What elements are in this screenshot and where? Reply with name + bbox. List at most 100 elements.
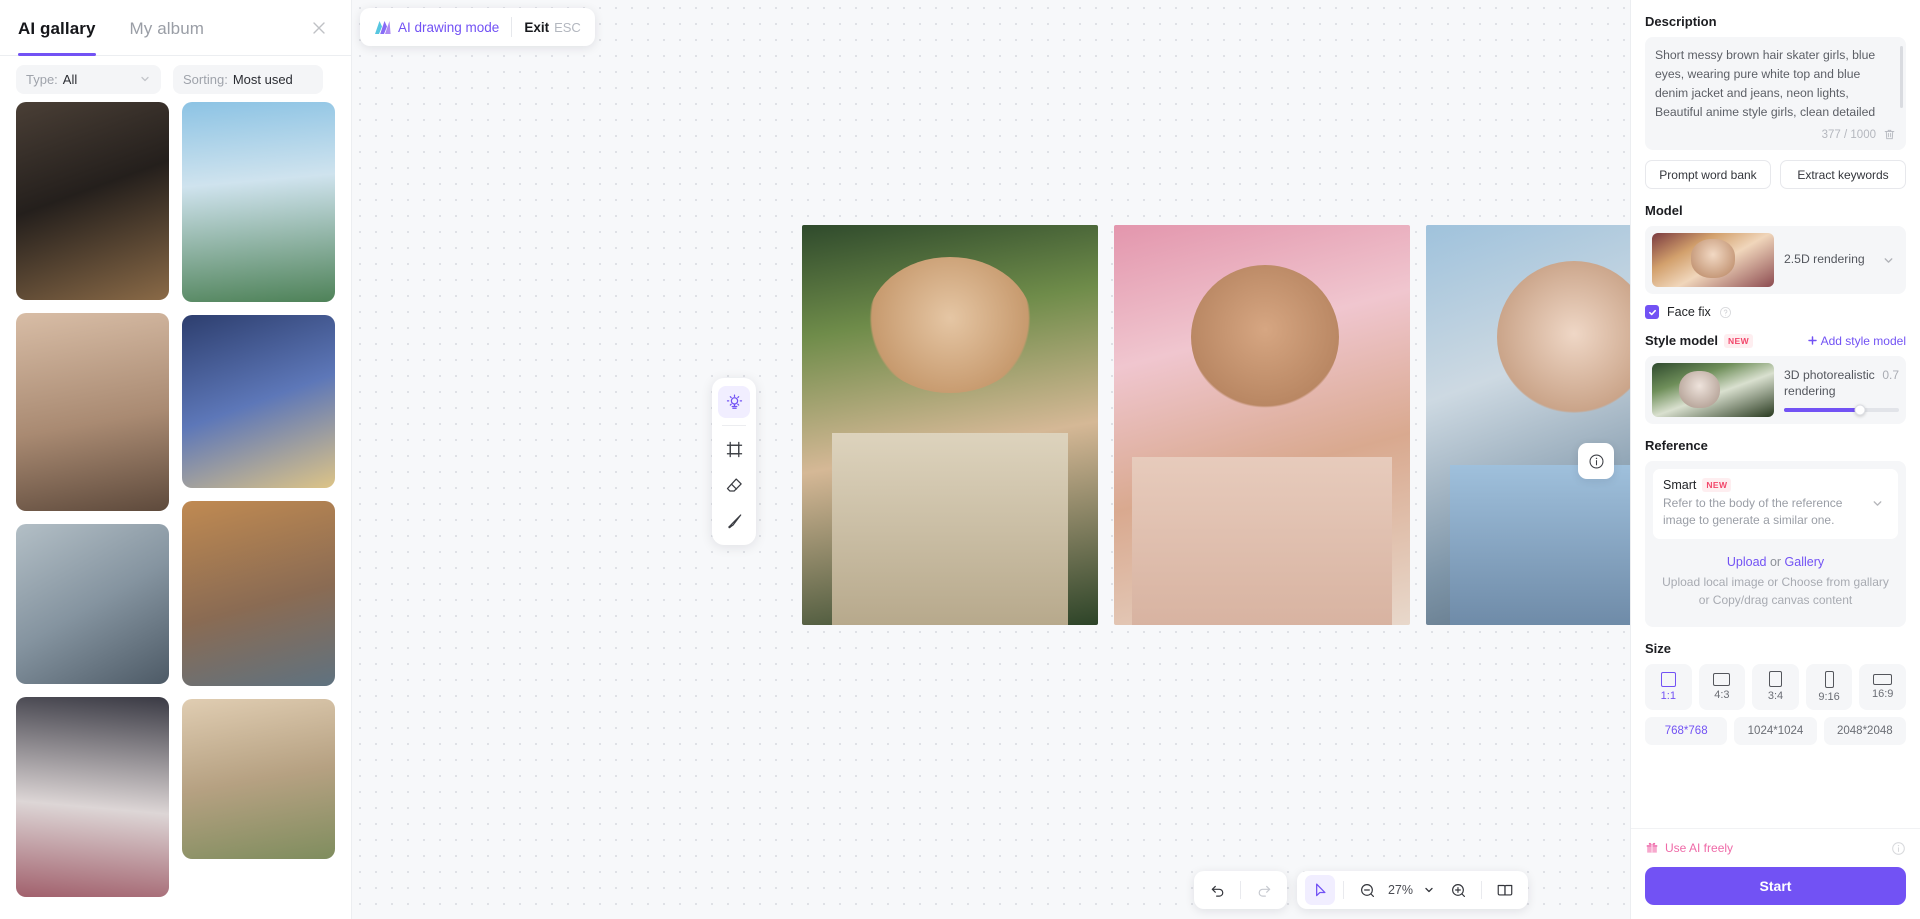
tab-ai-gallary[interactable]: AI gallary: [18, 1, 96, 56]
prompt-action-buttons: Prompt word bank Extract keywords: [1645, 160, 1906, 189]
model-selector[interactable]: 2.5D rendering: [1645, 226, 1906, 294]
gallery-item-6[interactable]: [182, 501, 335, 686]
settings-scroll[interactable]: Description Short messy brown hair skate…: [1631, 0, 1920, 919]
reference-mode-title-group: Smart NEW: [1663, 478, 1863, 492]
start-button[interactable]: Start: [1645, 867, 1906, 905]
prompt-text: Short messy brown hair skater girls, blu…: [1655, 48, 1876, 124]
redo-button[interactable]: [1249, 875, 1279, 905]
filter-sorting-dropdown[interactable]: Sorting: Most used: [173, 64, 323, 94]
ratio-label: 3:4: [1767, 690, 1784, 703]
resolution-options: 768*768 1024*1024 2048*2048: [1645, 716, 1906, 745]
canvas-bottom-toolbar: 27%: [1193, 871, 1529, 909]
chevron-down-icon: [1882, 254, 1899, 267]
generated-image-2[interactable]: [1114, 225, 1410, 625]
gallery-item-0[interactable]: [16, 102, 169, 300]
reference-mode-description: Refer to the body of the reference image…: [1663, 496, 1843, 528]
model-title: Model: [1645, 203, 1683, 218]
ai-drawing-mode-label-group: AI drawing mode: [374, 20, 499, 35]
reference-section: Reference Smart NEW Refer to the body of…: [1645, 438, 1906, 627]
frame-icon: [725, 440, 744, 459]
zoom-out-icon: [1358, 882, 1375, 899]
app-root: AI gallary My album Type: All Sorting: M…: [0, 0, 1920, 919]
model-section: Model 2.5D rendering Face fix: [1645, 203, 1906, 319]
ratio-label: 16:9: [1871, 687, 1894, 700]
ai-drawing-mode-label: AI drawing mode: [398, 19, 500, 35]
artboard-group[interactable]: [802, 225, 1630, 625]
exit-button[interactable]: Exit ESC: [524, 20, 581, 35]
resolution-option-768[interactable]: 768*768: [1645, 716, 1728, 745]
prompt-scrollbar[interactable]: [1900, 46, 1903, 108]
gallery-item-1[interactable]: [16, 313, 169, 511]
eraser-tool[interactable]: [718, 469, 750, 501]
plus-icon: [1807, 335, 1818, 346]
style-model-info: 3D photorealistic rendering 0.7: [1784, 368, 1899, 399]
idea-bulb-tool[interactable]: [718, 386, 750, 418]
style-model-controls: 3D photorealistic rendering 0.7: [1784, 368, 1899, 416]
frame-tool[interactable]: [718, 433, 750, 465]
filter-type-dropdown[interactable]: Type: All: [16, 64, 161, 94]
style-model-weight-value: 0.7: [1882, 367, 1899, 382]
ratio-option-9-16[interactable]: 9:16: [1805, 663, 1853, 710]
size-title: Size: [1645, 640, 1672, 656]
trash-icon[interactable]: [1883, 128, 1896, 141]
style-model-weight-slider[interactable]: [1784, 404, 1899, 416]
undo-button[interactable]: [1202, 875, 1232, 905]
gallery-grid[interactable]: [0, 102, 351, 919]
exit-shortcut-label: ESC: [554, 19, 581, 35]
canvas-toolbar: [712, 378, 756, 545]
gallery-item-5[interactable]: [182, 315, 335, 488]
canvas-area[interactable]: AI drawing mode Exit ESC 27%: [352, 0, 1630, 919]
zoom-dropdown-button[interactable]: [1419, 875, 1439, 905]
close-icon[interactable]: [307, 16, 331, 40]
ratio-option-3-4[interactable]: 3:4: [1752, 663, 1799, 710]
ratio-label: 1:1: [1660, 689, 1676, 702]
exit-label: Exit: [524, 19, 550, 35]
model-name: 2.5D rendering: [1784, 252, 1865, 267]
style-model-new-badge: NEW: [1723, 333, 1753, 348]
gallery-item-2[interactable]: [16, 524, 169, 684]
cursor-icon: [1311, 882, 1328, 899]
reference-mode-dropdown[interactable]: Smart NEW Refer to the body of the refer…: [1653, 469, 1898, 539]
gallery-item-3[interactable]: [16, 697, 169, 897]
ratio-option-16-9[interactable]: 16:9: [1859, 663, 1906, 710]
face-fix-row: Face fix: [1645, 305, 1906, 319]
tab-my-album[interactable]: My album: [130, 1, 205, 55]
gallery-item-4[interactable]: [182, 102, 335, 302]
style-model-card[interactable]: 3D photorealistic rendering 0.7: [1645, 356, 1906, 424]
history-controls: [1193, 871, 1287, 909]
zoom-in-button[interactable]: [1443, 875, 1473, 905]
prompt-word-bank-button[interactable]: Prompt word bank: [1645, 160, 1771, 189]
use-ai-freely-group[interactable]: Use AI freely: [1645, 841, 1733, 855]
pen-tool[interactable]: [718, 505, 750, 537]
gallery-link[interactable]: Gallery: [1785, 555, 1825, 569]
canvas-info-button[interactable]: [1578, 443, 1614, 479]
resolution-option-2048[interactable]: 2048*2048: [1823, 716, 1906, 745]
zoom-out-button[interactable]: [1352, 875, 1382, 905]
face-fix-checkbox[interactable]: [1645, 305, 1659, 319]
reference-new-badge: NEW: [1702, 478, 1732, 492]
use-ai-freely-label: Use AI freely: [1665, 841, 1734, 855]
resolution-option-1024[interactable]: 1024*1024: [1734, 716, 1817, 745]
ratio-option-4-3[interactable]: 4:3: [1698, 663, 1746, 710]
extract-keywords-button[interactable]: Extract keywords: [1780, 160, 1906, 189]
gallery-item-7[interactable]: [182, 699, 335, 859]
style-model-header: Style model NEW Add style model: [1645, 333, 1906, 348]
generated-image-3[interactable]: [1426, 225, 1630, 625]
gallery-tabs: AI gallary My album: [0, 0, 351, 56]
ratio-option-1-1[interactable]: 1:1: [1645, 663, 1692, 710]
redo-icon: [1255, 882, 1272, 899]
prompt-textarea[interactable]: Short messy brown hair skater girls, blu…: [1645, 37, 1906, 150]
or-label: or: [1766, 554, 1785, 569]
style-model-section: Style model NEW Add style model 3D photo…: [1645, 333, 1906, 424]
zoom-controls: 27%: [1296, 871, 1529, 909]
prompt-meta: 377 / 1000: [1655, 124, 1896, 146]
add-style-model-button[interactable]: Add style model: [1807, 334, 1906, 348]
pages-button[interactable]: [1490, 875, 1520, 905]
help-circle-icon[interactable]: [1719, 306, 1732, 319]
reference-upload-area[interactable]: Upload or Gallery Upload local image or …: [1653, 539, 1898, 619]
ratio-label: 4:3: [1714, 688, 1730, 701]
generated-image-1[interactable]: [802, 225, 1098, 625]
upload-link[interactable]: Upload: [1727, 555, 1767, 569]
cursor-tool-button[interactable]: [1304, 875, 1335, 905]
info-icon[interactable]: [1891, 841, 1906, 856]
